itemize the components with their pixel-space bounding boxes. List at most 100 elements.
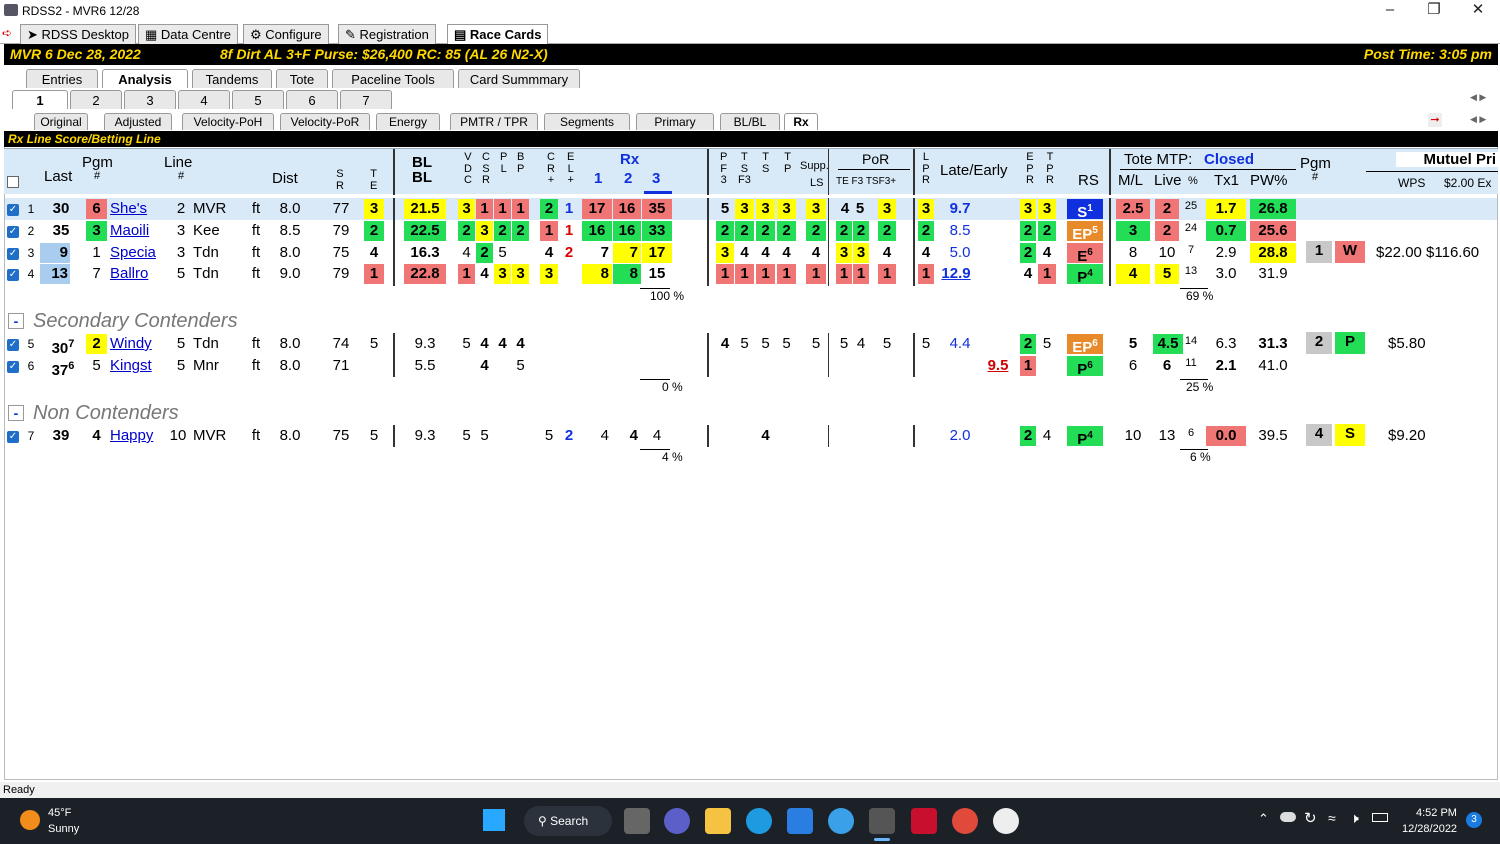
tab-card-summary[interactable]: Card Summmary bbox=[458, 69, 580, 88]
minimize-button[interactable]: – bbox=[1368, 0, 1412, 20]
tab-bl-bl[interactable]: BL/BL bbox=[720, 113, 780, 130]
csr: 4 bbox=[480, 357, 489, 374]
tab-rx[interactable]: Rx bbox=[784, 113, 818, 130]
el: 1 bbox=[564, 222, 574, 239]
col-vdc: V D C bbox=[464, 151, 472, 187]
tpr: 4 bbox=[1042, 427, 1052, 444]
late-early: 5.0 bbox=[949, 244, 971, 261]
divider bbox=[913, 149, 915, 195]
tab-tandems[interactable]: Tandems bbox=[192, 69, 272, 88]
last: 9 bbox=[40, 243, 70, 263]
task-view-icon[interactable] bbox=[624, 808, 650, 834]
horse-name-link[interactable]: She's bbox=[110, 199, 158, 219]
tab-race-4[interactable]: 4 bbox=[178, 90, 230, 109]
search-box[interactable]: ⚲ Search bbox=[524, 806, 612, 836]
te: 3 bbox=[364, 199, 384, 219]
clock-date[interactable]: 12/28/2022 bbox=[1402, 823, 1457, 835]
tab-race-3[interactable]: 3 bbox=[124, 90, 176, 109]
live: 6 bbox=[1162, 357, 1172, 374]
tab-original[interactable]: Original bbox=[34, 113, 88, 130]
row-checkbox[interactable]: ✓ bbox=[7, 204, 19, 216]
tab-pmtr-tpr[interactable]: PMTR / TPR bbox=[450, 113, 538, 130]
pgm: 1 bbox=[92, 244, 101, 261]
chevron-up-icon[interactable]: ⌃ bbox=[1258, 811, 1269, 827]
tp: 3 bbox=[777, 199, 796, 219]
tab-race-cards[interactable]: ▤ Race Cards bbox=[447, 24, 549, 45]
restore-button[interactable]: ❐ bbox=[1412, 0, 1456, 20]
live: 2 bbox=[1155, 199, 1179, 219]
tab-velocity-por[interactable]: Velocity-PoR bbox=[280, 113, 370, 130]
row-checkbox[interactable]: ✓ bbox=[7, 269, 19, 281]
row-checkbox[interactable]: ✓ bbox=[7, 361, 19, 373]
row-checkbox[interactable]: ✓ bbox=[7, 226, 19, 238]
tp: 5 bbox=[782, 335, 791, 352]
horse-name-link[interactable]: Ballro bbox=[110, 264, 158, 284]
tab-tote[interactable]: Tote bbox=[276, 69, 328, 88]
close-button[interactable]: ✕ bbox=[1456, 0, 1500, 20]
windows-start-icon[interactable] bbox=[483, 809, 505, 831]
sr: 79 bbox=[332, 222, 350, 239]
divider bbox=[913, 198, 915, 286]
title-bar: RDSS2 - MVR6 12/28 – ❐ ✕ bbox=[0, 0, 1500, 22]
registration-icon: ✎ bbox=[345, 27, 360, 42]
row-checkbox[interactable]: ✓ bbox=[7, 431, 19, 443]
tab-paceline-tools[interactable]: Paceline Tools bbox=[332, 69, 454, 88]
collapse-secondary-button[interactable]: - bbox=[8, 313, 24, 329]
scroll-arrows-icon[interactable]: ◀ ▶ bbox=[1470, 114, 1486, 125]
tab-rdss-desktop[interactable]: ➤ RDSS Desktop bbox=[20, 24, 136, 44]
pct: 25 bbox=[1184, 200, 1198, 212]
battery-icon[interactable] bbox=[1372, 813, 1388, 822]
cloud-icon[interactable] bbox=[1280, 812, 1296, 822]
exit-arrow-icon[interactable]: ➪ bbox=[2, 26, 12, 40]
tab-race-1[interactable]: 1 bbox=[12, 90, 68, 109]
tab-entries[interactable]: Entries bbox=[26, 69, 98, 88]
tab-data-centre[interactable]: ▦ Data Centre bbox=[138, 24, 238, 44]
store-icon[interactable] bbox=[787, 808, 813, 834]
tab-velocity-poh[interactable]: Velocity-PoH bbox=[182, 113, 274, 130]
tab-race-6[interactable]: 6 bbox=[286, 90, 338, 109]
col-tx1: Tx1 bbox=[1214, 172, 1240, 189]
tab-race-7[interactable]: 7 bbox=[340, 90, 392, 109]
tab-segments[interactable]: Segments bbox=[544, 113, 630, 130]
tab-energy[interactable]: Energy bbox=[376, 113, 440, 130]
notification-badge[interactable]: 3 bbox=[1466, 812, 1482, 828]
collapse-non-contenders-button[interactable]: - bbox=[8, 405, 24, 421]
clock-time[interactable]: 4:52 PM bbox=[1416, 807, 1457, 819]
tab-analysis[interactable]: Analysis bbox=[102, 69, 188, 88]
scroll-arrows-icon[interactable]: ◀ ▶ bbox=[1470, 92, 1486, 103]
horse-name-link[interactable]: Specia bbox=[110, 243, 162, 263]
edge-icon[interactable] bbox=[746, 808, 772, 834]
mcafee-icon[interactable] bbox=[911, 808, 937, 834]
help-icon[interactable] bbox=[828, 808, 854, 834]
tab-configure[interactable]: ⚙ Configure bbox=[243, 24, 329, 44]
rdss-app-icon[interactable] bbox=[869, 808, 895, 834]
bp: 4 bbox=[516, 335, 525, 352]
pgm: 6 bbox=[86, 199, 107, 219]
select-all-checkbox[interactable] bbox=[7, 176, 19, 188]
horse-name-link[interactable]: Windy bbox=[110, 334, 162, 354]
non-contenders-title: Non Contenders bbox=[33, 402, 179, 424]
row-checkbox[interactable]: ✓ bbox=[7, 339, 19, 351]
tab-race-2[interactable]: 2 bbox=[70, 90, 122, 109]
weather-icon[interactable] bbox=[20, 810, 40, 830]
chat-icon[interactable] bbox=[664, 808, 690, 834]
horse-name-link[interactable]: Happy bbox=[110, 426, 162, 446]
tab-primary[interactable]: Primary bbox=[636, 113, 714, 130]
row-checkbox[interactable]: ✓ bbox=[7, 248, 19, 260]
active-app-indicator bbox=[874, 838, 890, 841]
chrome-icon[interactable] bbox=[952, 808, 978, 834]
tab-race-5[interactable]: 5 bbox=[232, 90, 284, 109]
epr: 2 bbox=[1020, 221, 1036, 241]
tab-adjusted[interactable]: Adjusted bbox=[104, 113, 172, 130]
row-number: 2 bbox=[27, 224, 35, 238]
volume-icon[interactable]: 🕨 bbox=[1350, 810, 1359, 827]
sync-icon[interactable]: ↻ bbox=[1304, 809, 1317, 827]
te: 5 bbox=[369, 335, 379, 352]
tab-registration[interactable]: ✎ Registration bbox=[338, 24, 436, 44]
app-icon[interactable] bbox=[993, 808, 1019, 834]
export-icon[interactable]: ➞ bbox=[1428, 113, 1442, 127]
horse-name-link[interactable]: Maoili bbox=[110, 221, 158, 241]
horse-name-link[interactable]: Kingst bbox=[110, 356, 162, 376]
file-explorer-icon[interactable] bbox=[705, 808, 731, 834]
wifi-icon[interactable]: ≈ bbox=[1328, 810, 1336, 826]
